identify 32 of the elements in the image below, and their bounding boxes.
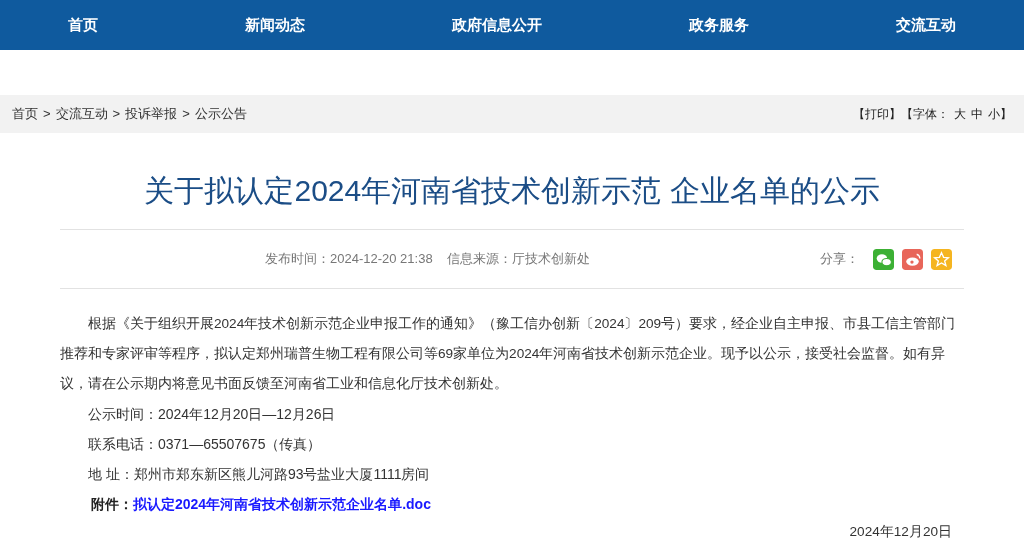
font-size-label-end: 】 — [1000, 106, 1012, 123]
breadcrumb-link[interactable]: 首页 — [12, 104, 38, 124]
info-line: 联系电话：0371—65507675（传真） — [88, 435, 323, 454]
print-link[interactable]: 【打印】 — [853, 105, 901, 123]
font-size-link[interactable]: 大 — [954, 105, 966, 123]
nav-link[interactable]: 交流互动 — [896, 13, 956, 37]
font-size-label: 【字体： — [901, 106, 949, 123]
nav-link[interactable]: 政务服务 — [689, 13, 749, 37]
eye-icon[interactable] — [902, 248, 923, 270]
nav-link[interactable]: 首页 — [68, 13, 98, 37]
nav-link[interactable]: 政府信息公开 — [452, 13, 542, 37]
body-paragraph: 根据《关于组织开展2024年技术创新示范企业申报工作的通知》（豫工信办创新〔2024〕209号）要求，经企业自主申报、市县工信主管部门推荐和专家评审等程序，拟认定郑州瑞普生物工程有限公司等69家单位为2024年河南省技术创新示范企业。现予以公示，接受社会监督。如有异议，请在公示期内将意见书面反馈至河南省工业和信息化厅技术创新处。 — [60, 315, 957, 393]
info-source: 信息来源：厅技术创新处 — [446, 250, 590, 269]
breadcrumb-separator: > — [182, 105, 190, 124]
info-line: 公示时间：2024年12月20日—12月26日 — [88, 405, 337, 424]
breadcrumb-link[interactable]: 投诉举报 — [125, 104, 178, 124]
publish-time: 发布时间：2024-12-20 21:38 — [265, 250, 433, 269]
breadcrumb-link[interactable]: 交流互动 — [55, 104, 108, 124]
breadcrumb-separator: > — [43, 105, 51, 124]
breadcrumb-separator: > — [112, 105, 121, 124]
breadcrumb-link[interactable]: 公示公告 — [194, 104, 247, 124]
info-line: 地 址：郑州市郑东新区熊儿河路93号盐业大厦1111房间 — [88, 465, 431, 484]
attachment-label: 附件： — [91, 496, 133, 512]
signature-date: 2024年12月20日 — [849, 523, 952, 541]
share-label: 分享： — [820, 250, 859, 269]
chat-bubbles-icon[interactable] — [873, 248, 894, 270]
star-icon[interactable] — [931, 248, 952, 270]
attachment-link[interactable]: 拟认定2024年河南省技术创新示范企业名单.doc — [133, 496, 431, 512]
article-title: 关于拟认定2024年河南省技术创新示范 企业名单的公示 — [143, 173, 881, 209]
font-size-link[interactable]: 小 — [988, 105, 1000, 123]
nav-link[interactable]: 新闻动态 — [245, 13, 305, 37]
font-size-link[interactable]: 中 — [971, 105, 983, 123]
